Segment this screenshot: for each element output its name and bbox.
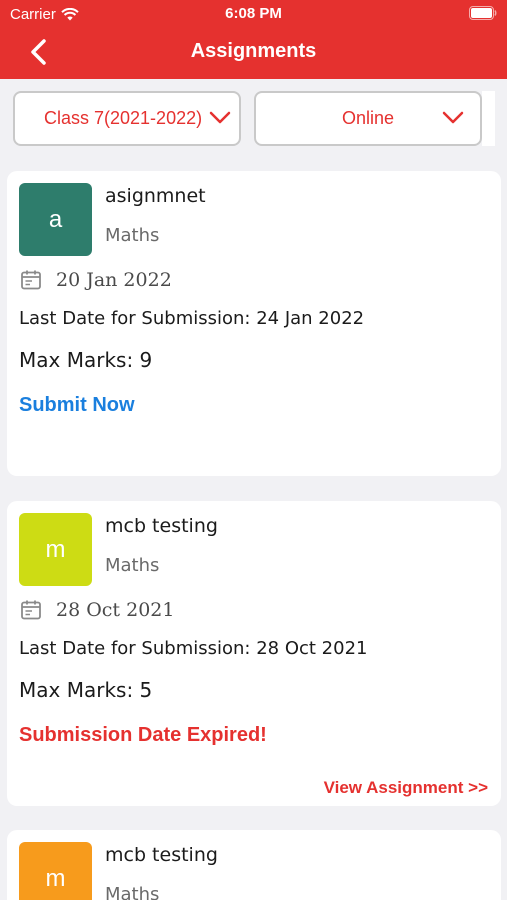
assignment-subject: Maths	[105, 225, 160, 246]
assignment-subject: Maths	[105, 884, 160, 900]
avatar: m	[19, 513, 92, 586]
avatar: a	[19, 183, 92, 256]
battery-icon	[469, 6, 497, 24]
status-time: 6:08 PM	[225, 5, 282, 22]
view-assignment-link[interactable]: View Assignment >>	[324, 778, 488, 798]
filter-scroll-edge	[482, 91, 495, 146]
chevron-down-icon	[209, 111, 231, 124]
filter-bar: Class 7(2021-2022) Online	[0, 79, 507, 157]
submit-now-button[interactable]: Submit Now	[19, 394, 135, 417]
assignment-card[interactable]: m mcb testing Maths	[7, 830, 501, 900]
page-title: Assignments	[190, 40, 317, 62]
avatar: m	[19, 842, 92, 900]
class-dropdown-value: Class 7(2021-2022)	[44, 108, 203, 128]
class-dropdown[interactable]: Class 7(2021-2022)	[13, 91, 241, 146]
assignment-title: mcb testing	[105, 844, 218, 866]
status-bar: Carrier 6:08 PM	[0, 0, 507, 28]
assignment-card[interactable]: a asignmnet Maths 20 Jan 2022 Last Date …	[7, 171, 501, 476]
calendar-icon	[21, 270, 41, 290]
mode-dropdown[interactable]: Online	[254, 91, 482, 146]
assignment-card[interactable]: m mcb testing Maths 28 Oct 2021 Last Dat…	[7, 501, 501, 806]
assignment-date: 20 Jan 2022	[56, 269, 172, 291]
assignment-date: 28 Oct 2021	[56, 599, 175, 621]
submission-expired-status: Submission Date Expired!	[19, 724, 267, 746]
max-marks: Max Marks: 9	[19, 348, 153, 372]
calendar-icon	[21, 600, 41, 620]
assignment-title: asignmnet	[105, 185, 206, 207]
last-submission-date: Last Date for Submission: 24 Jan 2022	[19, 308, 365, 329]
chevron-down-icon	[442, 111, 464, 124]
app-header: Carrier 6:08 PM Assignments	[0, 0, 507, 79]
mode-dropdown-value: Online	[342, 108, 395, 128]
assignment-subject: Maths	[105, 555, 160, 576]
last-submission-date: Last Date for Submission: 28 Oct 2021	[19, 638, 368, 659]
assignment-title: mcb testing	[105, 515, 218, 537]
max-marks: Max Marks: 5	[19, 678, 153, 702]
